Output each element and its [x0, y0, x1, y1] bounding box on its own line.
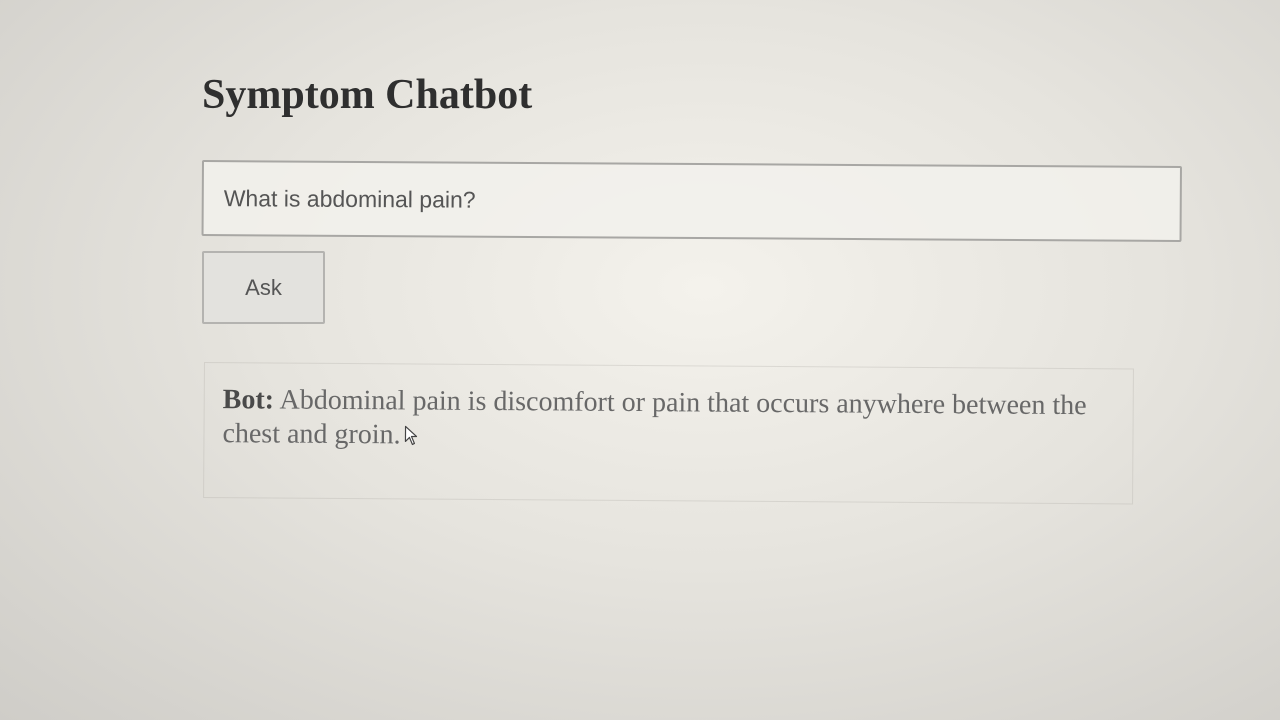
bot-label: Bot:: [222, 384, 275, 416]
page-title: Symptom Chatbot: [202, 72, 533, 118]
question-input[interactable]: [201, 160, 1182, 242]
bot-response-text: Abdominal pain is discomfort or pain tha…: [222, 384, 1087, 451]
response-box: Bot: Abdominal pain is discomfort or pai…: [203, 362, 1134, 505]
chatbot-page: Symptom Chatbot Ask Bot: Abdominal pain …: [0, 0, 1280, 720]
mouse-pointer-icon: [404, 420, 418, 454]
bot-response: Bot: Abdominal pain is discomfort or pai…: [222, 383, 1114, 459]
ask-button[interactable]: Ask: [202, 251, 325, 324]
